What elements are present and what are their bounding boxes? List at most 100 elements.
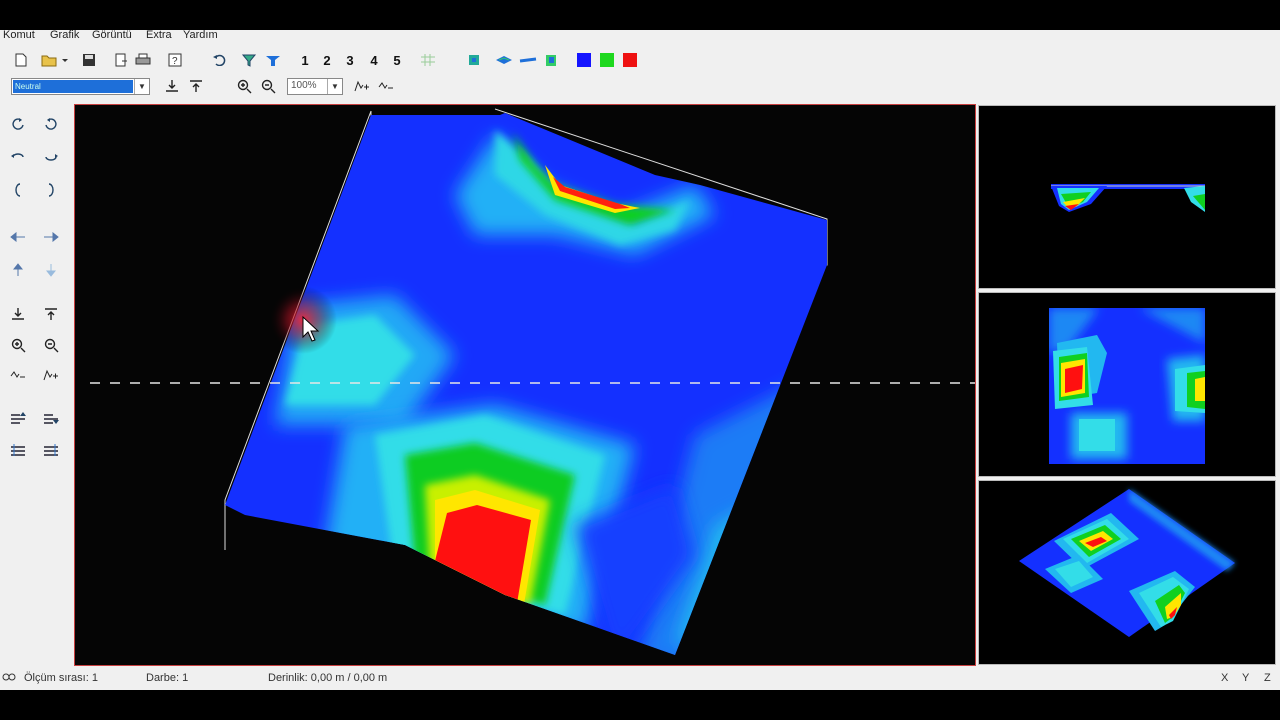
move-down-button[interactable]	[41, 260, 61, 280]
isometric-image	[1019, 489, 1235, 637]
menu-grafik[interactable]: Grafik	[50, 29, 79, 41]
app-window: Komut Grafik Görüntü Extra Yardım ? 1 2 …	[0, 29, 1280, 690]
zoom-out-button[interactable]	[259, 77, 277, 95]
depth-up-icon	[45, 308, 57, 320]
move-right-button[interactable]	[41, 227, 61, 247]
depth-down-button[interactable]	[164, 77, 180, 95]
view-4-button[interactable]: 4	[366, 51, 382, 69]
top-plan-view[interactable]	[978, 292, 1276, 477]
move-left-icon	[10, 232, 25, 242]
zoom-in-button[interactable]	[235, 77, 253, 95]
move-right-icon	[44, 232, 59, 242]
zoom-in-icon	[237, 79, 251, 93]
tilt-right-button[interactable]	[41, 147, 61, 167]
rotate-left-button[interactable]	[8, 114, 28, 134]
side-profile-view[interactable]	[978, 105, 1276, 289]
new-file-button[interactable]	[12, 51, 30, 69]
print-button[interactable]	[134, 51, 152, 69]
axis-x-label[interactable]: X	[1221, 672, 1228, 684]
move-up-icon	[13, 263, 23, 276]
view-5-button[interactable]: 5	[389, 51, 405, 69]
help-button[interactable]: ?	[166, 51, 184, 69]
link-icon	[2, 671, 16, 686]
axis-z-label[interactable]: Z	[1264, 672, 1271, 684]
marker-remove-side-button[interactable]	[8, 365, 28, 385]
open-file-button[interactable]	[40, 51, 70, 69]
view-1-button[interactable]: 1	[297, 51, 313, 69]
layer-prev-button[interactable]	[8, 440, 28, 460]
depth-down-icon	[166, 80, 178, 92]
main-3d-view[interactable]	[74, 104, 976, 666]
tilt-left-button[interactable]	[8, 147, 28, 167]
layer-next-icon	[44, 444, 58, 456]
marker-remove-button[interactable]	[377, 77, 395, 95]
view-2-button[interactable]: 2	[319, 51, 335, 69]
undo-button[interactable]	[210, 51, 228, 69]
mode-select-value: Neutral	[13, 80, 133, 93]
depth-up-icon	[190, 80, 202, 92]
menu-extra[interactable]: Extra	[146, 29, 172, 41]
layer-down-button[interactable]	[41, 408, 61, 428]
red-swatch	[623, 53, 637, 67]
blue-swatch-button[interactable]	[576, 52, 592, 68]
surface-view-button[interactable]	[465, 51, 483, 69]
roll-right-button[interactable]	[41, 180, 61, 200]
surface-icon	[469, 55, 479, 65]
video-top-bar	[0, 0, 1280, 30]
axis-y-label[interactable]: Y	[1242, 672, 1249, 684]
zoom-select-value: 100%	[291, 80, 317, 91]
grid-icon	[421, 54, 435, 66]
red-swatch-button[interactable]	[622, 52, 638, 68]
depth-down-icon	[12, 308, 24, 320]
marker-add-icon	[43, 369, 58, 381]
zoom-select[interactable]: 100% ▼	[287, 78, 343, 95]
filter-button[interactable]	[240, 51, 258, 69]
green-swatch-button[interactable]	[599, 52, 615, 68]
marker-add-button[interactable]	[353, 77, 371, 95]
top-plan-image	[1049, 308, 1205, 464]
move-left-button[interactable]	[8, 227, 28, 247]
help-icon: ?	[168, 53, 182, 67]
scan-3d-surface[interactable]	[75, 105, 975, 665]
zoom-in-side-button[interactable]	[8, 335, 28, 355]
layer-prev-icon	[11, 444, 25, 456]
depth-up-button[interactable]	[188, 77, 204, 95]
terrain-icon	[266, 56, 280, 66]
move-up-button[interactable]	[8, 260, 28, 280]
layer-next-button[interactable]	[41, 440, 61, 460]
save-button[interactable]	[80, 51, 98, 69]
roll-left-icon	[15, 183, 21, 197]
depth-status: Derinlik: 0,00 m / 0,00 m	[268, 672, 388, 684]
roll-left-button[interactable]	[8, 180, 28, 200]
depth-down-side-button[interactable]	[8, 304, 28, 324]
mode-select[interactable]: Neutral ▼	[11, 78, 150, 95]
menu-komut[interactable]: Komut	[3, 29, 35, 41]
slice-view-button[interactable]	[542, 51, 560, 69]
measure-order-status: Ölçüm sırası: 1	[24, 672, 98, 684]
zoom-in-icon	[11, 338, 25, 352]
marker-add-icon	[354, 80, 369, 92]
layer-down-icon	[44, 414, 59, 424]
layer-up-button[interactable]	[8, 408, 28, 428]
open-folder-icon	[41, 55, 68, 67]
zoom-out-side-button[interactable]	[41, 335, 61, 355]
new-file-icon	[15, 53, 27, 67]
layer-view-button[interactable]	[494, 51, 514, 69]
green-swatch	[600, 53, 614, 67]
grid-button[interactable]	[419, 51, 437, 69]
flat-view-button[interactable]	[518, 51, 538, 69]
depth-up-side-button[interactable]	[41, 304, 61, 324]
view-3-button[interactable]: 3	[342, 51, 358, 69]
chevron-down-icon: ▼	[327, 79, 342, 94]
move-down-icon	[46, 264, 56, 277]
side-profile-image	[1051, 184, 1205, 212]
menu-goruntu[interactable]: Görüntü	[92, 29, 132, 41]
export-button[interactable]	[112, 51, 130, 69]
roll-right-icon	[48, 183, 54, 197]
menu-yardim[interactable]: Yardım	[183, 29, 218, 41]
marker-add-side-button[interactable]	[41, 365, 61, 385]
terrain-button[interactable]	[264, 51, 282, 69]
isometric-view[interactable]	[978, 480, 1276, 665]
rotate-right-button[interactable]	[41, 114, 61, 134]
rotate-right-icon	[45, 118, 57, 130]
